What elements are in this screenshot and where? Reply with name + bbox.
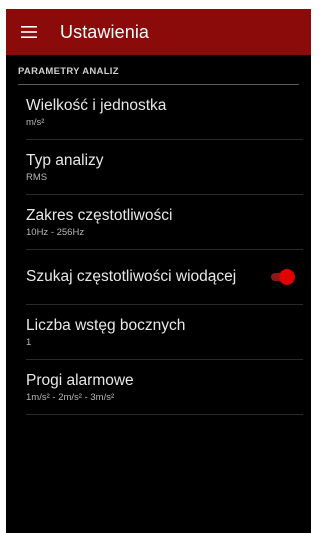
toolbar-title: Ustawienia	[60, 21, 150, 42]
pref-title: Progi alarmowe	[26, 372, 134, 389]
switch-thumb	[279, 269, 295, 285]
pref-summary: m/s²	[26, 117, 45, 128]
pref-title: Typ analizy	[26, 152, 104, 169]
pref-title: Liczba wstęg bocznych	[26, 317, 186, 334]
pref-find-leading-frequency[interactable]: Szukaj częstotliwości wiodącej	[26, 250, 303, 305]
pref-summary: 10Hz - 256Hz	[26, 227, 85, 238]
pref-title: Wielkość i jednostka	[26, 97, 167, 114]
pref-quantity-unit[interactable]: Wielkość i jednostka m/s²	[26, 85, 303, 140]
pref-summary: 1	[26, 337, 32, 348]
pref-frequency-range[interactable]: Zakres częstotliwości 10Hz - 256Hz	[26, 195, 303, 250]
settings-screen: Ustawienia PARAMETRY ANALIZ Wielkość i j…	[6, 9, 311, 533]
pref-sideband-count[interactable]: Liczba wstęg bocznych 1	[26, 305, 303, 360]
pref-summary: RMS	[26, 172, 48, 183]
pref-analysis-type[interactable]: Typ analizy RMS	[26, 140, 303, 195]
pref-summary: 1m/s² - 2m/s² - 3m/s²	[26, 392, 115, 403]
pref-title: Zakres częstotliwości	[26, 207, 173, 224]
app-toolbar: Ustawienia	[6, 9, 311, 55]
pref-alarm-thresholds[interactable]: Progi alarmowe 1m/s² - 2m/s² - 3m/s²	[26, 360, 303, 415]
hamburger-menu-icon[interactable]	[9, 9, 49, 55]
leading-frequency-switch[interactable]	[271, 269, 295, 285]
section-header-analysis-params: PARAMETRY ANALIZ	[18, 55, 299, 85]
pref-title: Szukaj częstotliwości wiodącej	[26, 268, 237, 285]
